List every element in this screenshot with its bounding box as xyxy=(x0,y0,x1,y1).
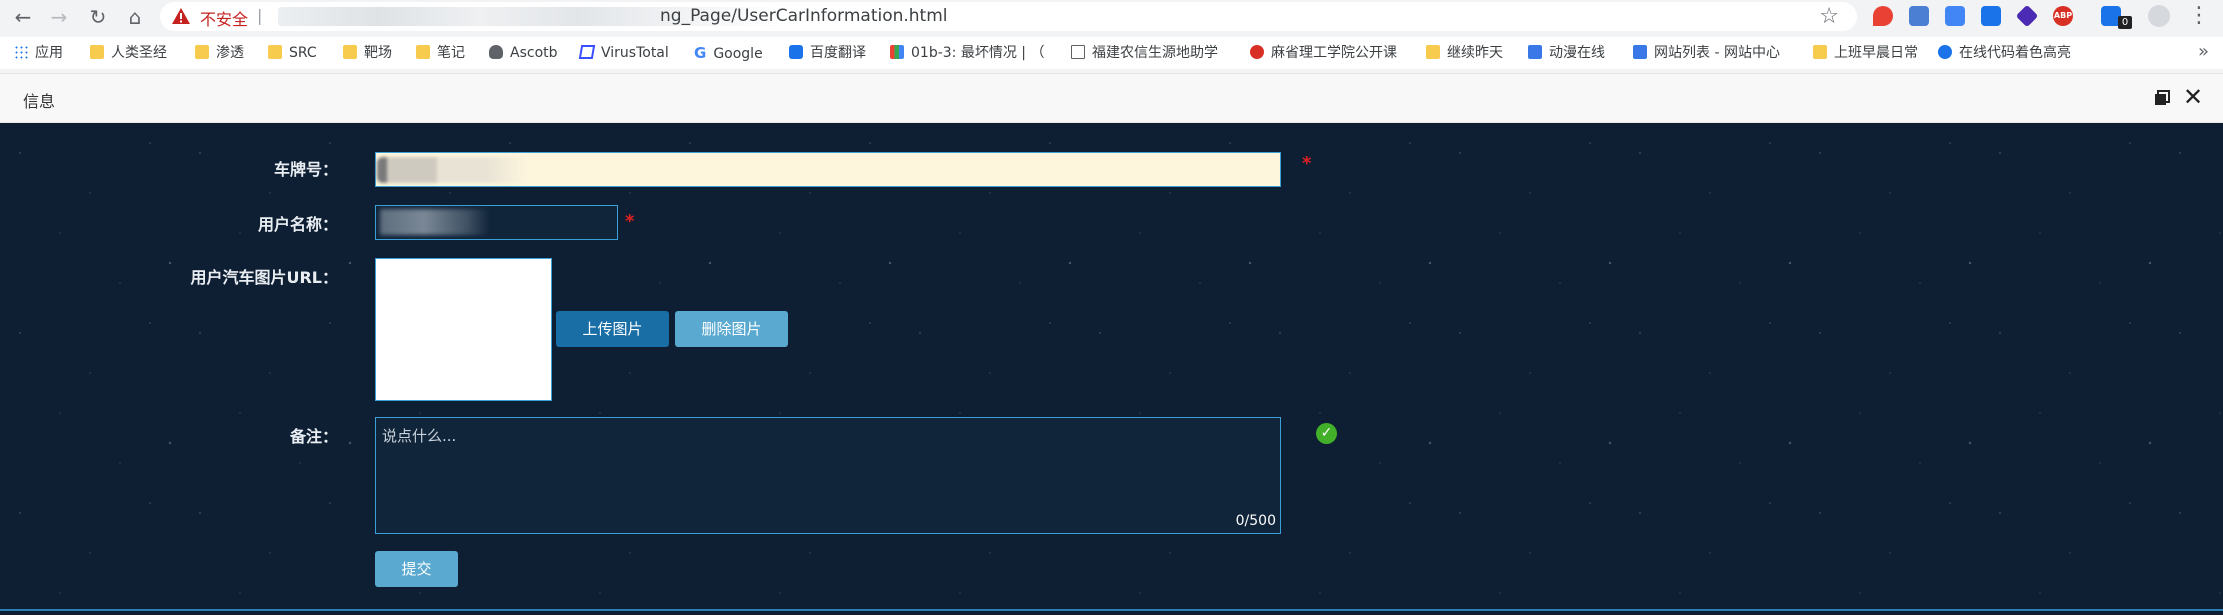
home-icon[interactable]: ⌂ xyxy=(122,4,148,30)
bookmark-item[interactable]: SRC xyxy=(268,42,317,64)
check-icon: ✓ xyxy=(1316,423,1337,444)
bookmark-item[interactable]: 渗透 xyxy=(195,42,244,64)
required-mark: * xyxy=(1302,153,1312,174)
form-panel: 车牌号： * 用户名称： * 用户汽车图片URL： 上传图片 删除图片 备注： … xyxy=(0,123,2223,615)
netease-icon xyxy=(1250,45,1264,59)
car-image-preview[interactable] xyxy=(375,258,552,401)
user-name-input[interactable] xyxy=(375,205,618,240)
submit-button[interactable]: 提交 xyxy=(375,551,458,587)
folder-icon xyxy=(343,45,357,59)
bookmark-item[interactable]: 靶场 xyxy=(343,42,392,64)
upload-image-button[interactable]: 上传图片 xyxy=(556,311,669,347)
plate-label: 车牌号： xyxy=(273,160,338,179)
bookmark-item[interactable]: G Google xyxy=(694,42,763,64)
address-separator: | xyxy=(257,6,263,25)
bookmark-item[interactable]: 01b-3: 最坏情况 | （ xyxy=(890,42,1044,64)
user-name-label: 用户名称： xyxy=(257,215,338,234)
bookmark-item[interactable]: 上班早晨日常 xyxy=(1813,42,1918,64)
bookmark-item[interactable]: 人类圣经 xyxy=(90,42,167,64)
remark-placeholder: 说点什么... xyxy=(382,427,457,445)
required-mark: * xyxy=(625,211,635,232)
back-icon[interactable]: ← xyxy=(10,4,36,30)
remark-label: 备注： xyxy=(289,427,338,446)
bookmark-item[interactable]: 福建农信生源地助学 xyxy=(1071,42,1218,64)
person-icon xyxy=(489,45,503,59)
menu-dots-icon[interactable]: ⋮ xyxy=(2188,3,2210,29)
bookmark-item[interactable]: 网站列表 - 网站中心 xyxy=(1633,42,1780,64)
address-bar[interactable]: 不安全 | ng_Page/UserCarInformation.html ☆ xyxy=(160,2,1857,31)
redacted-name-value xyxy=(380,209,490,235)
folder-icon xyxy=(268,45,282,59)
url-text: ng_Page/UserCarInformation.html xyxy=(660,6,948,26)
translate-extension-icon[interactable] xyxy=(1945,6,1965,26)
image-icon xyxy=(1528,45,1542,59)
bookmark-item[interactable]: 百度翻译 xyxy=(789,42,866,64)
google-icon: G xyxy=(694,44,707,62)
close-icon[interactable]: ✕ xyxy=(2183,84,2203,110)
file-icon xyxy=(1071,45,1085,59)
profile-avatar[interactable] xyxy=(2148,5,2170,27)
bookmark-item[interactable]: Ascotb xyxy=(489,42,558,64)
refresh-c-icon xyxy=(1938,45,1952,59)
maximize-icon[interactable] xyxy=(2153,89,2171,107)
folder-icon xyxy=(1426,45,1440,59)
starfield-background xyxy=(0,123,2223,615)
bookmark-item[interactable]: VirusTotal xyxy=(578,42,669,64)
bookmark-item[interactable]: 应用 xyxy=(14,42,63,64)
dialog-header: 信息 ✕ xyxy=(0,73,2223,123)
download-extension-icon[interactable] xyxy=(1981,6,2001,26)
browser-toolbar: ← → ↻ ⌂ 不安全 | ng_Page/UserCarInformation… xyxy=(0,0,2223,33)
image-extension-icon[interactable] xyxy=(1909,6,1929,26)
bookmark-item[interactable]: 在线代码着色高亮 xyxy=(1938,42,2071,64)
bookmark-item[interactable]: 动漫在线 xyxy=(1528,42,1605,64)
folder-icon xyxy=(1813,45,1827,59)
diamond-extension-icon[interactable] xyxy=(2015,4,2039,28)
insecure-label: 不安全 xyxy=(200,10,249,29)
folder-icon xyxy=(195,45,209,59)
bookmark-item[interactable]: 继续昨天 xyxy=(1426,42,1503,64)
remark-textarea[interactable]: 说点什么... 0/500 xyxy=(375,417,1281,534)
multicolor-icon xyxy=(890,45,904,59)
extension-badge: 0 xyxy=(2118,16,2132,29)
bookmark-item[interactable]: 笔记 xyxy=(416,42,465,64)
dialog-title: 信息 xyxy=(23,92,56,111)
forward-icon[interactable]: → xyxy=(46,4,72,30)
adblock-extension-icon[interactable]: ABP xyxy=(2053,6,2073,26)
chart-icon xyxy=(1633,45,1647,59)
reload-icon[interactable]: ↻ xyxy=(85,4,111,30)
bookmarks-bar: 应用 人类圣经 渗透 SRC 靶场 笔记 Ascotb VirusTotal G… xyxy=(0,37,2223,69)
bookmarks-overflow-icon[interactable]: » xyxy=(2198,41,2209,62)
image-url-label: 用户汽车图片URL： xyxy=(190,268,338,287)
folder-icon xyxy=(90,45,104,59)
delete-image-button[interactable]: 删除图片 xyxy=(675,311,788,347)
bottom-border xyxy=(0,609,2223,611)
baidu-translate-icon xyxy=(789,45,803,59)
location-extension-icon[interactable] xyxy=(1873,6,1893,26)
bookmark-item[interactable]: 麻省理工学院公开课 xyxy=(1250,42,1397,64)
folder-icon xyxy=(416,45,430,59)
remark-counter: 0/500 xyxy=(1235,513,1276,529)
bookmark-star-icon[interactable]: ☆ xyxy=(1819,4,1839,29)
virustotal-icon xyxy=(578,45,596,59)
warning-icon xyxy=(172,8,190,24)
apps-grid-icon xyxy=(14,45,28,59)
plate-input[interactable] xyxy=(375,152,1281,187)
redacted-plate-value xyxy=(377,157,527,183)
